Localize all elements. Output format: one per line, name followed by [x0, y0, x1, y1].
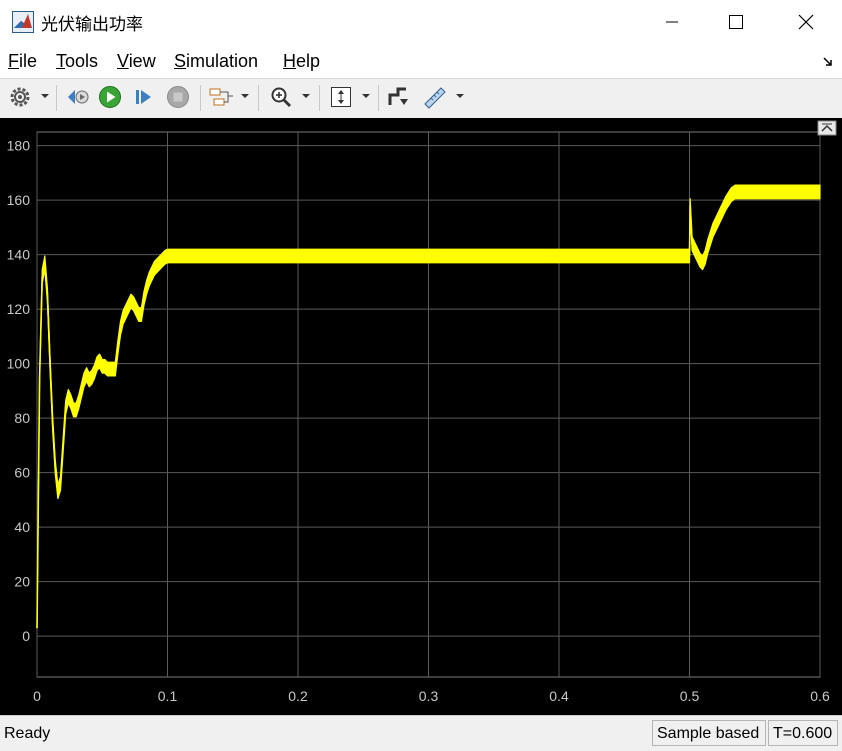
minimize-icon — [666, 21, 678, 23]
toolbar-separator — [378, 85, 379, 111]
stop-button[interactable] — [164, 83, 192, 111]
minimize-button[interactable] — [642, 0, 702, 44]
y-tick-label: 0 — [22, 628, 30, 644]
menu-bar: File Tools View Simulation Help — [0, 44, 842, 79]
x-tick-label: 0.2 — [288, 688, 308, 704]
run-button[interactable] — [96, 83, 124, 111]
signal-selector-icon — [209, 88, 233, 106]
time-indicator: T=0.600 — [768, 720, 838, 746]
toolbar-separator — [319, 85, 320, 111]
y-tick-label: 20 — [14, 574, 30, 590]
autoscale-button[interactable] — [326, 83, 356, 111]
measurement-dropdown-arrow[interactable] — [456, 94, 464, 98]
undock-arrow-icon[interactable] — [822, 56, 834, 68]
x-tick-label: 0.3 — [419, 688, 439, 704]
zoom-dropdown-arrow[interactable] — [302, 94, 310, 98]
close-icon — [798, 14, 814, 30]
step-forward-button[interactable] — [130, 83, 158, 111]
x-tick-label: 0.4 — [549, 688, 569, 704]
toolbar-separator — [200, 85, 201, 111]
signal-selector-button[interactable] — [206, 83, 236, 111]
x-tick-labels: 0 0.1 0.2 0.3 0.4 0.5 0.6 — [33, 688, 830, 704]
settings-icon — [10, 87, 30, 107]
scope-plot[interactable]: 0 20 40 60 80 100 120 140 160 180 0 0.1 0.2 0.3 0.4 0.… — [0, 118, 842, 715]
autoscale-dropdown-arrow[interactable] — [362, 94, 370, 98]
y-tick-label: 120 — [7, 301, 31, 317]
y-tick-label: 180 — [7, 138, 31, 154]
maximize-button[interactable] — [706, 0, 766, 44]
step-forward-icon — [136, 90, 151, 104]
x-tick-label: 0.5 — [680, 688, 700, 704]
undock-axes-button[interactable] — [817, 120, 837, 136]
toolbar — [0, 79, 842, 115]
menu-help[interactable]: Help — [283, 51, 320, 72]
x-tick-label: 0.6 — [810, 688, 830, 704]
title-bar: 光伏输出功率 — [0, 0, 842, 44]
x-tick-label: 0 — [33, 688, 41, 704]
status-bar: Ready Sample based T=0.600 — [0, 715, 842, 751]
y-tick-label: 80 — [14, 410, 30, 426]
y-tick-label: 160 — [7, 192, 31, 208]
toolbar-separator — [56, 85, 57, 111]
menu-simulation[interactable]: Simulation — [174, 51, 258, 72]
highlight-block-button[interactable] — [384, 83, 412, 111]
y-tick-label: 40 — [14, 519, 30, 535]
step-back-icon — [68, 90, 89, 104]
menu-tools[interactable]: Tools — [56, 51, 98, 72]
scope-display: 0 20 40 60 80 100 120 140 160 180 0 0.1 0.2 0.3 0.4 0.… — [0, 118, 842, 715]
toolbar-separator — [258, 85, 259, 111]
signal-selector-dropdown-arrow[interactable] — [241, 94, 249, 98]
zoom-icon — [271, 87, 291, 107]
menu-view[interactable]: View — [117, 51, 156, 72]
measurement-button[interactable] — [420, 83, 450, 111]
sample-mode-indicator: Sample based — [652, 720, 766, 746]
window-title: 光伏输出功率 — [41, 15, 143, 35]
y-tick-label: 140 — [7, 247, 31, 263]
zoom-button[interactable] — [266, 83, 296, 111]
x-tick-label: 0.1 — [158, 688, 178, 704]
stop-icon — [167, 86, 189, 108]
matlab-icon — [12, 11, 34, 33]
settings-dropdown-arrow[interactable] — [41, 94, 49, 98]
maximize-icon — [729, 15, 743, 29]
highlight-block-icon — [388, 87, 408, 105]
measurement-icon — [424, 87, 446, 109]
step-back-button[interactable] — [64, 83, 92, 111]
autoscale-icon — [331, 87, 351, 107]
y-tick-labels: 0 20 40 60 80 100 120 140 160 180 — [7, 138, 31, 645]
menu-file[interactable]: File — [8, 51, 37, 72]
run-icon — [99, 86, 121, 108]
status-text: Ready — [4, 725, 51, 742]
close-button[interactable] — [776, 0, 836, 44]
settings-button[interactable] — [6, 83, 34, 111]
y-tick-label: 100 — [7, 356, 31, 372]
y-tick-label: 60 — [14, 465, 30, 481]
